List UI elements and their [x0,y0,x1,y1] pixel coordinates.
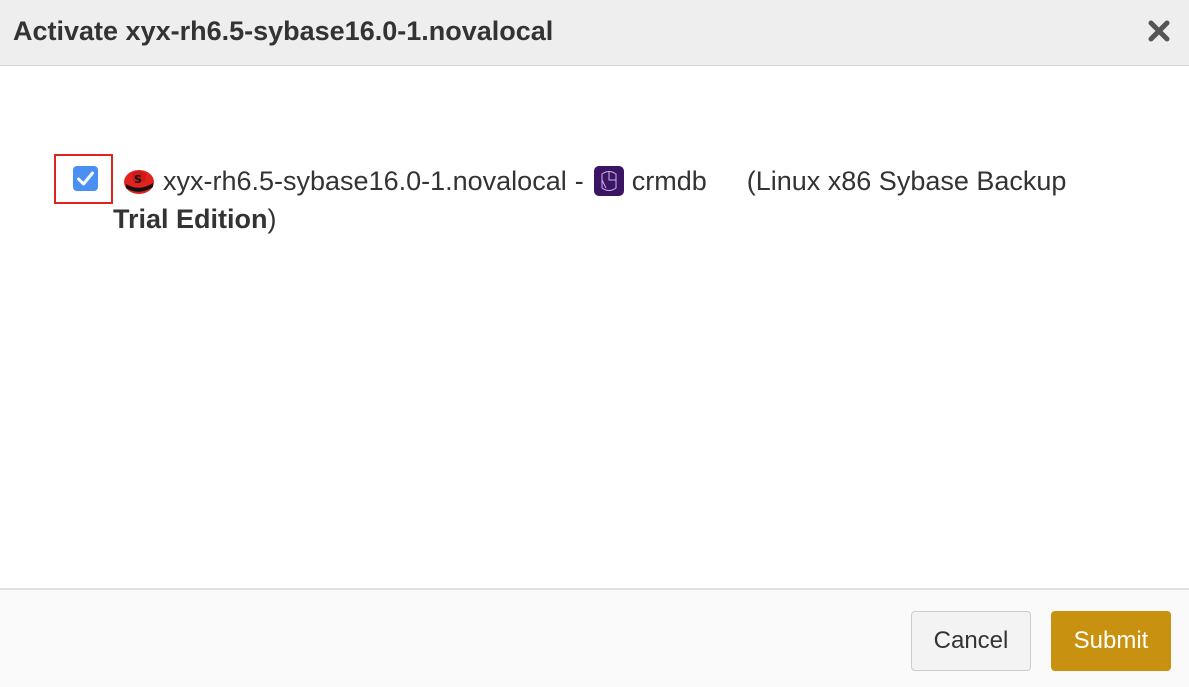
checkbox-highlight [54,154,113,204]
item-line: S xyx-rh6.5-sybase16.0-1.novalocal - crmd… [123,162,1066,196]
redhat-icon: S [124,169,154,194]
app-type-suffix: ) [267,204,277,234]
host-name: xyx-rh6.5-sybase16.0-1.novalocal [163,165,567,196]
edition-label: Trial Edition [113,204,268,234]
close-icon[interactable] [1147,17,1171,45]
cancel-button[interactable]: Cancel [911,611,1031,671]
activate-checkbox[interactable] [73,166,98,191]
app-type-prefix: (Linux x86 Sybase Backup [746,165,1067,196]
activate-dialog: Activate xyx-rh6.5-sybase16.0-1.novaloca… [0,0,1189,687]
dialog-title: Activate xyx-rh6.5-sybase16.0-1.novaloca… [13,16,554,46]
dialog-body: S xyx-rh6.5-sybase16.0-1.novalocal - crmd… [0,66,1189,588]
item-line-continued: Trial Edition) [113,202,277,236]
svg-text:S: S [134,173,142,186]
item-separator: - [574,165,584,196]
submit-button[interactable]: Submit [1051,611,1171,671]
dialog-footer: Cancel Submit [0,588,1189,687]
database-name: crmdb [631,165,707,196]
dialog-header: Activate xyx-rh6.5-sybase16.0-1.novaloca… [0,0,1189,66]
checkmark-icon [77,171,94,186]
sybase-database-icon [593,165,624,196]
